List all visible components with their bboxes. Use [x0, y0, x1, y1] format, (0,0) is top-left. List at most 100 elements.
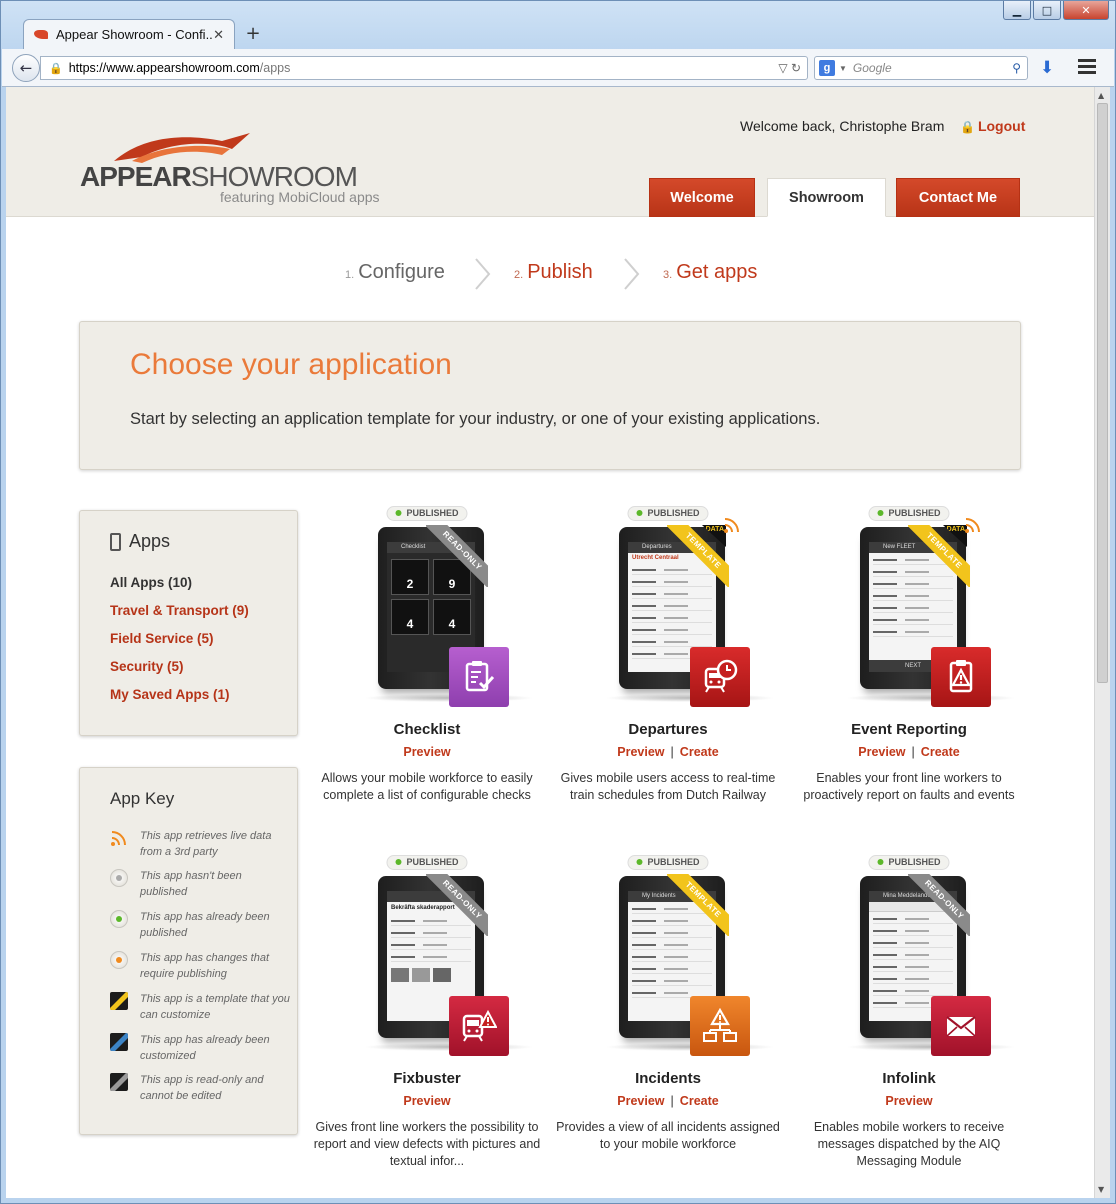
train-clock-icon — [690, 647, 750, 707]
search-box[interactable]: g ▼ Google ⚲ — [814, 56, 1028, 80]
status-badge: PUBLISHED — [868, 506, 950, 521]
apps-filter-panel: Apps All Apps (10) Travel & Transport (9… — [79, 510, 298, 736]
key-row: This app is a template that you can cust… — [110, 991, 290, 1023]
preview-link[interactable]: Preview — [617, 745, 664, 759]
status-badge: PUBLISHED — [386, 506, 468, 521]
app-name[interactable]: Departures — [553, 721, 783, 738]
step-publish[interactable]: 2. Publish — [514, 261, 593, 284]
sidebar-item-all-apps[interactable]: All Apps (10) — [110, 575, 249, 603]
reload-icon[interactable]: ▽ ↻ — [778, 61, 801, 75]
back-button[interactable]: ← — [12, 54, 40, 82]
search-icon[interactable]: ⚲ — [1012, 61, 1021, 75]
grey-dot-icon — [110, 869, 128, 887]
status-badge: PUBLISHED — [627, 855, 709, 870]
new-tab-button[interactable]: + — [243, 23, 263, 44]
read-only-ribbon: READ-ONLY — [908, 874, 970, 936]
sidebar-item-travel-transport[interactable]: Travel & Transport (9) — [110, 603, 249, 631]
preview-link[interactable]: Preview — [403, 1094, 450, 1108]
url-host: https://www.appearshowroom.com — [68, 61, 260, 75]
preview-link[interactable]: Preview — [885, 1094, 932, 1108]
hero-text: Start by selecting an application templa… — [130, 410, 821, 428]
logout-label: Logout — [977, 118, 1026, 134]
hero-panel: Choose your application Start by selecti… — [79, 321, 1021, 470]
screen-title: Checklist — [401, 544, 426, 550]
key-text: This app hasn't been published — [140, 870, 242, 898]
key-text: This app is a template that you can cust… — [140, 993, 290, 1021]
preview-link[interactable]: Preview — [858, 745, 905, 759]
create-link[interactable]: Create — [680, 1094, 719, 1108]
key-row: This app retrieves live data from a 3rd … — [110, 828, 290, 860]
grey-stripe-icon — [110, 1073, 128, 1091]
tab-bar: Appear Showroom - Confi... ✕ + — [1, 17, 1115, 49]
logo-tagline: featuring MobiCloud apps — [220, 189, 380, 205]
scroll-down-icon[interactable]: ▼ — [1098, 1185, 1104, 1194]
create-link[interactable]: Create — [680, 745, 719, 759]
app-links: Preview — [312, 1094, 542, 1108]
preview-link[interactable]: Preview — [617, 1094, 664, 1108]
tab-close-icon[interactable]: ✕ — [213, 27, 224, 43]
app-name[interactable]: Event Reporting — [794, 721, 1024, 738]
step-label: Configure — [358, 261, 445, 283]
chevron-right-icon — [475, 258, 491, 290]
app-name[interactable]: Fixbuster — [312, 1070, 542, 1087]
sidebar-item-field-service[interactable]: Field Service (5) — [110, 631, 249, 659]
template-ribbon: TEMPLATE — [667, 874, 729, 936]
status-badge: PUBLISHED — [868, 855, 950, 870]
key-text: This app is read-only and cannot be edit… — [140, 1074, 264, 1102]
browser-tab[interactable]: Appear Showroom - Confi... ✕ — [23, 19, 235, 49]
search-dropdown-icon[interactable]: ▼ — [839, 64, 847, 73]
network-warning-icon — [690, 996, 750, 1056]
app-key-title: App Key — [110, 789, 175, 808]
key-row: This app hasn't been published — [110, 868, 290, 900]
tab-welcome[interactable]: Welcome — [649, 178, 755, 217]
hamburger-menu-icon[interactable] — [1078, 59, 1096, 77]
download-icon[interactable]: ⬇ — [1040, 58, 1054, 78]
report-warning-icon — [931, 647, 991, 707]
app-description: Allows your mobile workforce to easily c… — [321, 771, 533, 802]
google-icon[interactable]: g — [819, 60, 835, 76]
yellow-stripe-icon — [110, 992, 128, 1010]
app-description: Gives front line workers the possibility… — [313, 1120, 541, 1168]
app-links: Preview | Create — [617, 1094, 719, 1108]
app-name[interactable]: Checklist — [312, 721, 542, 738]
padlock-icon: 🔒 — [960, 120, 975, 134]
sidebar-item-security[interactable]: Security (5) — [110, 659, 249, 687]
app-links: Preview — [312, 745, 542, 759]
key-text: This app retrieves live data from a 3rd … — [140, 830, 272, 858]
favicon-icon — [34, 30, 48, 39]
preview-link[interactable]: Preview — [403, 745, 450, 759]
ribbon-label: READ-ONLY — [426, 874, 488, 936]
address-bar[interactable]: 🔒 https://www.appearshowroom.com/apps ▽ … — [40, 56, 808, 80]
tab-contact-me[interactable]: Contact Me — [896, 178, 1020, 217]
vertical-scrollbar[interactable]: ▲ ▼ — [1094, 87, 1110, 1198]
app-name[interactable]: Incidents — [553, 1070, 783, 1087]
app-key-panel: App Key This app retrieves live data fro… — [79, 767, 298, 1135]
step-number: 3. — [663, 269, 673, 281]
screen-tile: 2 — [391, 559, 429, 595]
step-number: 1. — [345, 269, 355, 281]
screen-tile: 4 — [391, 599, 429, 635]
scrollbar-thumb[interactable] — [1097, 103, 1108, 683]
url-path: /apps — [259, 61, 291, 75]
phone-icon — [110, 532, 121, 551]
sidebar-item-my-saved-apps[interactable]: My Saved Apps (1) — [110, 687, 249, 715]
category-list: All Apps (10) Travel & Transport (9) Fie… — [110, 575, 249, 715]
app-description: Gives mobile users access to real-time t… — [560, 771, 776, 802]
envelope-icon — [931, 996, 991, 1056]
step-get-apps[interactable]: 3. Get apps — [663, 261, 757, 284]
tab-showroom[interactable]: Showroom — [767, 178, 886, 217]
app-description: Enables your front line workers to proac… — [803, 771, 1015, 802]
app-name[interactable]: Infolink — [794, 1070, 1024, 1087]
page-viewport: APPEARSHOWROOM featuring MobiCloud apps … — [6, 87, 1094, 1198]
key-row: This app has already been published — [110, 909, 290, 941]
step-label: Get apps — [676, 261, 758, 283]
create-link[interactable]: Create — [921, 745, 960, 759]
appear-showroom-logo[interactable]: APPEARSHOWROOM featuring MobiCloud apps — [80, 131, 380, 205]
ribbon-label: READ-ONLY — [908, 874, 970, 936]
site-header: APPEARSHOWROOM featuring MobiCloud apps … — [6, 87, 1094, 217]
scroll-up-icon[interactable]: ▲ — [1098, 91, 1104, 100]
key-text: This app has already been published — [140, 911, 270, 939]
logout-link[interactable]: 🔒 Logout — [960, 118, 1025, 134]
rss-icon — [724, 518, 739, 533]
step-configure[interactable]: 1. Configure — [345, 261, 445, 284]
